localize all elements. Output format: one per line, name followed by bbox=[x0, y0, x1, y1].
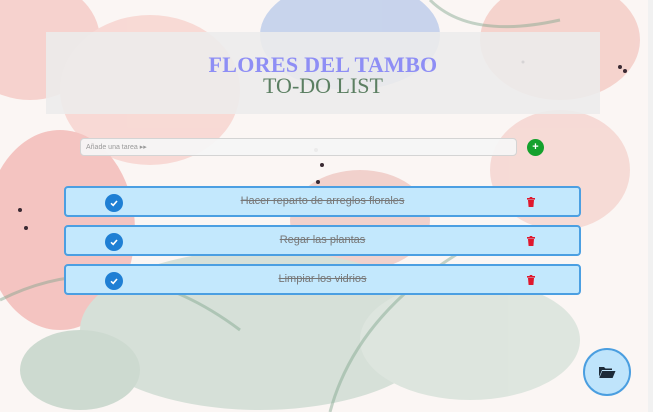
delete-task-button[interactable] bbox=[527, 275, 535, 285]
check-icon bbox=[110, 200, 118, 207]
completed-check-button[interactable] bbox=[105, 194, 123, 212]
check-icon bbox=[110, 239, 118, 246]
add-task-button[interactable]: + bbox=[527, 139, 544, 156]
check-icon bbox=[110, 278, 118, 285]
app-subtitle: TO-DO LIST bbox=[263, 73, 383, 98]
completed-check-button[interactable] bbox=[105, 272, 123, 290]
folder-open-icon bbox=[599, 367, 616, 378]
new-task-input[interactable] bbox=[80, 138, 517, 156]
delete-task-button[interactable] bbox=[527, 197, 535, 207]
completed-check-button[interactable] bbox=[105, 233, 123, 251]
task-label: Hacer reparto de arreglos florales bbox=[240, 195, 405, 207]
header-banner: FLORES DEL TAMBO TO-DO LIST bbox=[46, 32, 600, 114]
open-folder-button[interactable] bbox=[583, 348, 631, 396]
task-label: Regar las plantas bbox=[279, 234, 366, 246]
delete-task-button[interactable] bbox=[527, 236, 535, 246]
task-label: Limpiar los vidrios bbox=[278, 273, 367, 285]
plus-icon: + bbox=[532, 141, 539, 153]
task-item: Hacer reparto de arreglos florales bbox=[64, 186, 581, 217]
scrollbar-track[interactable] bbox=[648, 0, 653, 412]
task-item: Limpiar los vidrios bbox=[64, 264, 581, 295]
task-item: Regar las plantas bbox=[64, 225, 581, 256]
